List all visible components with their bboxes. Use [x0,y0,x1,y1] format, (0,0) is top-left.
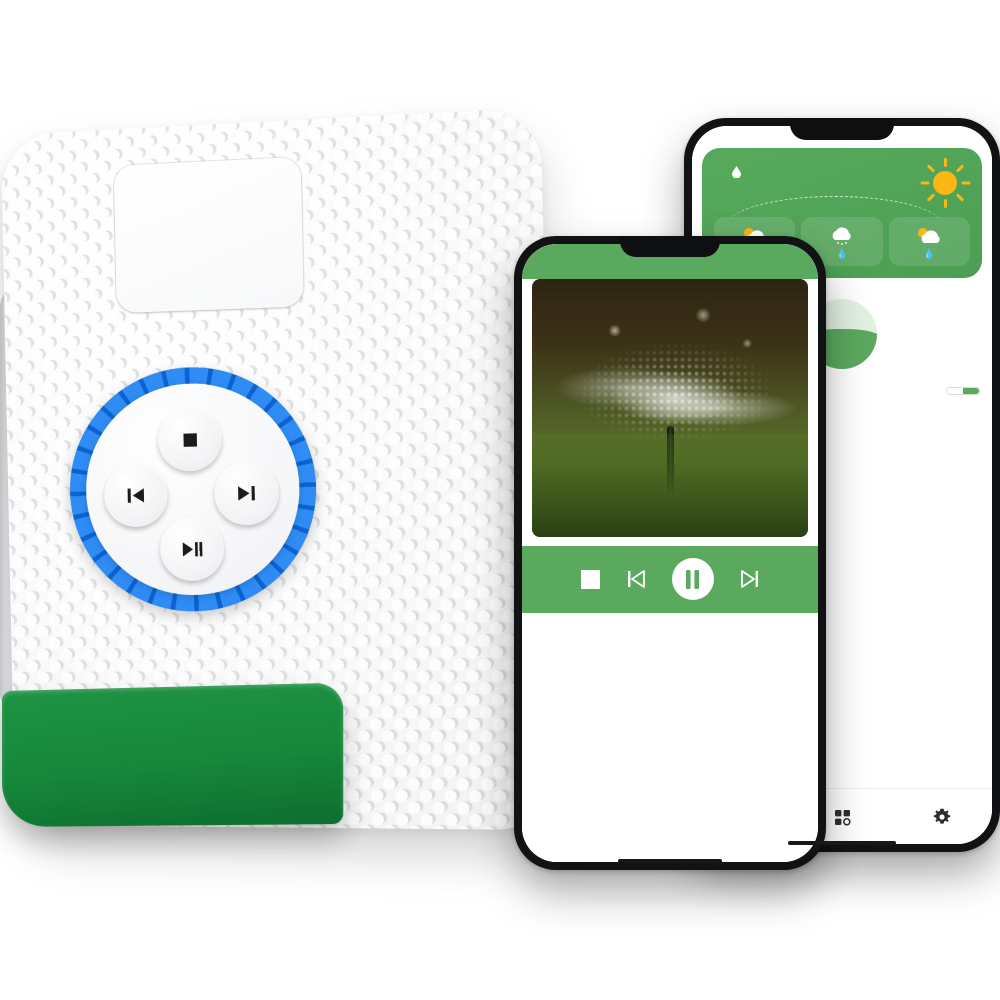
next-control[interactable] [740,570,760,588]
next-button[interactable] [213,460,280,526]
sun-icon [920,158,970,208]
product-scene: 💧 💧 [0,0,1000,1000]
grass [532,433,808,537]
next-run [842,288,978,291]
forecast-pop: 💧 [923,249,936,260]
front-phone [514,236,826,870]
skip-forward-icon [238,486,255,501]
stop-icon [182,432,197,447]
toggle-month[interactable] [947,388,963,394]
zones-badge-banner [2,682,344,827]
skip-back-icon [627,570,645,588]
toggle-day[interactable] [963,388,979,394]
play-pause-icon [182,542,203,557]
partly-cloudy-icon [891,225,968,247]
brand-name [117,294,304,301]
stop-button[interactable] [157,407,223,472]
phone-notch [620,236,720,257]
zone-run-list [522,613,818,862]
schedule-run-screen [522,244,818,862]
sprinkler-controller [0,107,557,835]
skip-back-icon [127,488,145,503]
humidity-readout [732,166,745,178]
zone-hero-image [532,279,808,537]
stop-control[interactable] [580,569,600,589]
logo-dot-pattern-icon [114,169,303,273]
previous-control[interactable] [626,570,646,588]
pause-icon [686,569,699,589]
tab-settings[interactable] [892,807,992,829]
skip-forward-icon [740,570,758,588]
phone-notch [790,118,894,140]
playback-controls [522,546,818,613]
sun-path-arc [728,196,942,225]
home-indicator [788,841,896,845]
home-indicator [618,859,722,863]
stop-icon [580,569,600,589]
pause-control[interactable] [671,558,714,600]
logo-plate [113,156,304,314]
droplet-icon [732,166,741,178]
zone-dial[interactable] [67,363,319,613]
usage-range-toggle[interactable] [946,387,980,395]
play-pause-button[interactable] [159,517,225,582]
previous-button[interactable] [103,463,169,528]
gear-icon [892,807,992,827]
